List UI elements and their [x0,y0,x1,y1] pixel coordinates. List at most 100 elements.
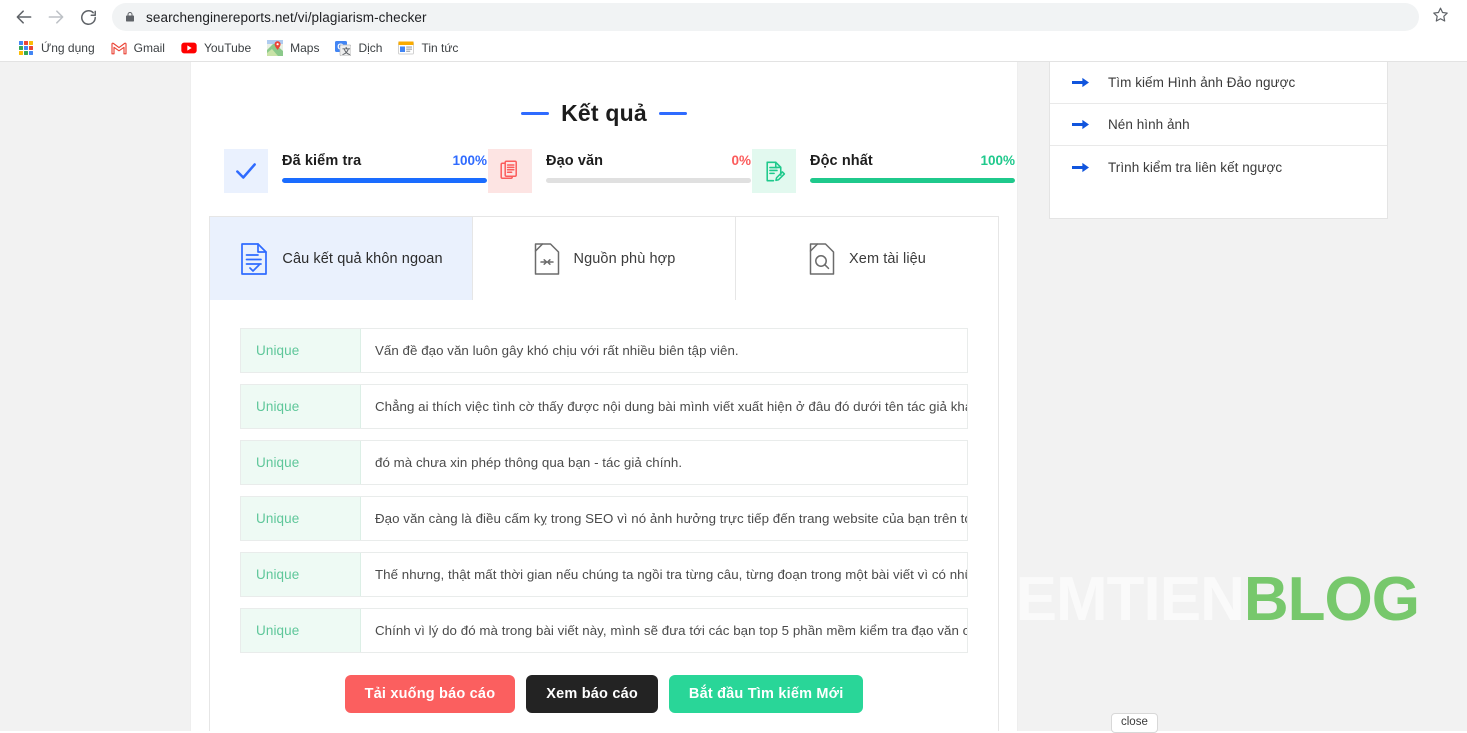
stat-percent: 0% [731,153,751,168]
dash-right-icon [658,112,687,115]
results-tabs: Câu kết quả khôn ngoan Nguồn phù hợp Xem… [210,217,998,300]
tab-view-document[interactable]: Xem tài liệu [736,217,998,300]
bookmark-apps[interactable]: Ứng dụng [10,36,103,60]
document-search-icon [808,242,836,276]
bookmark-label: YouTube [203,41,252,55]
stat-progress-track [282,178,487,183]
bookmark-maps[interactable]: Maps [259,36,327,60]
sidebar-item-image-compressor[interactable]: Nén hình ảnh [1050,104,1387,146]
sidebar-item-backlink-checker[interactable]: Trình kiểm tra liên kết ngược [1050,146,1387,188]
tab-sentence-wise-results[interactable]: Câu kết quả khôn ngoan [210,217,473,300]
view-report-button[interactable]: Xem báo cáo [526,675,658,713]
stat-percent: 100% [980,153,1015,168]
dash-left-icon [521,112,550,115]
sentence-list: Unique Vấn đề đạo văn luôn gây khó chịu … [210,300,998,731]
tab-matched-sources[interactable]: Nguồn phù hợp [473,217,736,300]
bookmark-label: Dịch [358,41,383,55]
arrow-right-icon [46,7,66,27]
bookmark-news[interactable]: Tin tức [390,36,466,60]
address-bar[interactable]: searchenginereports.net/vi/plagiarism-ch… [112,3,1419,31]
bookmark-translate[interactable]: G 文 Dịch [327,36,390,60]
sentence-row[interactable]: Unique Thế nhưng, thật mất thời gian nếu… [240,552,968,597]
download-report-button[interactable]: Tải xuống báo cáo [344,675,516,713]
tab-label: Xem tài liệu [849,250,926,267]
browser-toolbar: searchenginereports.net/vi/plagiarism-ch… [0,0,1467,34]
stat-label: Đạo văn [546,153,604,169]
bookmark-label: Tin tức [421,41,459,55]
action-buttons: Tải xuống báo cáo Xem báo cáo Bắt đầu Tì… [240,675,968,731]
close-overlay-button[interactable]: close [1111,713,1158,733]
stat-unique: Độc nhất 100% [752,149,1015,193]
arrow-right-icon [1072,76,1096,89]
sentence-row[interactable]: Unique đó mà chưa xin phép thông qua bạn… [240,440,968,485]
status-badge: Unique [241,385,361,428]
arrow-left-icon [14,7,34,27]
bookmarks-bar: Ứng dụng Gmail YouTube Maps 文 Dịch Tin t… [0,34,1467,62]
forward-button[interactable] [40,1,72,33]
stat-label: Đã kiểm tra [282,153,362,169]
sidebar-item-label: Trình kiểm tra liên kết ngược [1108,159,1283,175]
document-stack-icon [488,149,532,193]
browser-chrome: searchenginereports.net/vi/plagiarism-ch… [0,0,1467,62]
stat-plagiarism: Đạo văn 0% [488,149,751,193]
watermark: KIEMTIENBLOG [956,569,1420,631]
status-badge: Unique [241,553,361,596]
google-translate-icon: G 文 [335,40,352,56]
star-icon [1432,6,1449,28]
status-badge: Unique [241,329,361,372]
stat-label: Độc nhất [810,153,873,169]
start-new-search-button[interactable]: Bắt đầu Tìm kiếm Mới [668,675,864,713]
document-edit-icon [752,149,796,193]
stat-progress-track [810,178,1015,183]
bookmark-label: Maps [290,41,320,55]
stat-progress-track [546,178,751,183]
lock-icon [124,10,136,24]
svg-text:文: 文 [343,45,352,55]
stat-progress-fill [282,178,487,183]
sidebar-item-label: Tìm kiếm Hình ảnh Đảo ngược [1108,75,1296,90]
stat-percent: 100% [452,153,487,168]
sentence-row[interactable]: Unique Đạo văn càng là điều cấm kỵ trong… [240,496,968,541]
bookmark-gmail[interactable]: Gmail [103,36,173,60]
status-badge: Unique [241,497,361,540]
arrow-right-icon [1072,161,1096,174]
sentence-text: Đạo văn càng là điều cấm kỵ trong SEO vì… [375,511,967,526]
maps-pin-icon [267,40,284,56]
bookmark-star-button[interactable] [1425,2,1455,32]
stats-row: Đã kiểm tra 100% Đạo văn 0% Độc nhất 100… [191,149,1017,193]
status-badge: Unique [241,441,361,484]
tab-label: Nguồn phù hợp [573,250,676,267]
watermark-green-text: BLOG [1243,565,1420,634]
sentence-row[interactable]: Unique Vấn đề đạo văn luôn gây khó chịu … [240,328,968,373]
apps-grid-icon [18,40,34,56]
document-match-icon [533,242,561,276]
gmail-icon [111,40,127,56]
sentence-row[interactable]: Unique Chính vì lý do đó mà trong bài vi… [240,608,968,653]
sentence-text: đó mà chưa xin phép thông qua bạn - tác … [375,455,683,470]
google-news-icon [398,40,415,56]
bookmark-youtube[interactable]: YouTube [173,36,259,60]
page-title: Kết quả [561,100,647,126]
reload-button[interactable] [72,1,104,33]
back-button[interactable] [8,1,40,33]
stat-checked: Đã kiểm tra 100% [224,149,487,193]
check-icon [224,149,268,193]
youtube-icon [181,40,197,56]
bookmark-label: Ứng dụng [41,41,95,55]
sentence-row[interactable]: Unique Chẳng ai thích việc tình cờ thấy … [240,384,968,429]
results-panel: Câu kết quả khôn ngoan Nguồn phù hợp Xem… [209,216,999,731]
sentence-text: Chính vì lý do đó mà trong bài viết này,… [375,623,967,638]
sidebar-item-reverse-image-search[interactable]: Tìm kiếm Hình ảnh Đảo ngược [1050,62,1387,104]
stat-progress-fill [810,178,1015,183]
sentence-text: Chẳng ai thích việc tình cờ thấy được nộ… [375,399,967,414]
main-content-column: Kết quả Đã kiểm tra 100% Đạo văn 0% Độc … [190,62,1018,731]
sentence-text: Vấn đề đạo văn luôn gây khó chịu với rất… [375,343,739,358]
page-content: KIEMTIENBLOG Kết quả Đã kiểm tra 100% Đạ… [0,62,1467,731]
status-badge: Unique [241,609,361,652]
reload-icon [79,8,98,27]
results-heading: Kết quả [191,100,1017,127]
tab-label: Câu kết quả khôn ngoan [282,250,443,267]
sentence-text: Thế nhưng, thật mất thời gian nếu chúng … [375,567,967,582]
document-check-icon [239,242,269,276]
sidebar-tools-card: Tìm kiếm Hình ảnh Đảo ngược Nén hình ảnh… [1049,62,1388,219]
